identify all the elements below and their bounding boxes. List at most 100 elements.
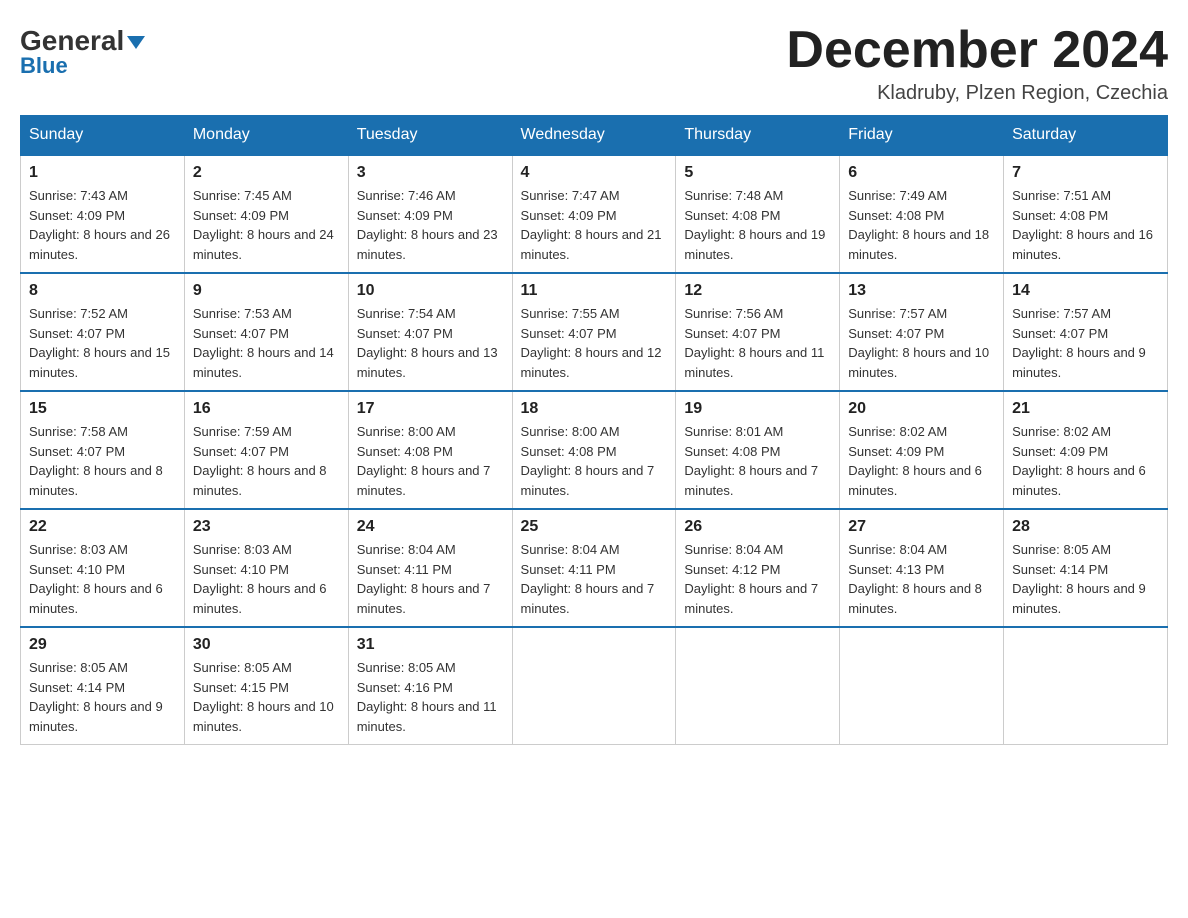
header-monday: Monday: [184, 116, 348, 156]
calendar-cell: 18 Sunrise: 8:00 AM Sunset: 4:08 PM Dayl…: [512, 391, 676, 509]
day-info: Sunrise: 7:57 AM Sunset: 4:07 PM Dayligh…: [1012, 304, 1159, 382]
day-info: Sunrise: 7:48 AM Sunset: 4:08 PM Dayligh…: [684, 186, 831, 264]
day-number: 13: [848, 282, 995, 300]
calendar-cell: [512, 627, 676, 745]
calendar-cell: 29 Sunrise: 8:05 AM Sunset: 4:14 PM Dayl…: [21, 627, 185, 745]
day-info: Sunrise: 8:01 AM Sunset: 4:08 PM Dayligh…: [684, 422, 831, 500]
day-number: 27: [848, 518, 995, 536]
day-number: 12: [684, 282, 831, 300]
calendar-cell: 5 Sunrise: 7:48 AM Sunset: 4:08 PM Dayli…: [676, 155, 840, 273]
calendar-week-4: 22 Sunrise: 8:03 AM Sunset: 4:10 PM Dayl…: [21, 509, 1168, 627]
day-number: 18: [521, 400, 668, 418]
calendar-week-1: 1 Sunrise: 7:43 AM Sunset: 4:09 PM Dayli…: [21, 155, 1168, 273]
calendar-cell: 23 Sunrise: 8:03 AM Sunset: 4:10 PM Dayl…: [184, 509, 348, 627]
calendar-cell: 30 Sunrise: 8:05 AM Sunset: 4:15 PM Dayl…: [184, 627, 348, 745]
day-info: Sunrise: 8:04 AM Sunset: 4:13 PM Dayligh…: [848, 540, 995, 618]
day-info: Sunrise: 7:49 AM Sunset: 4:08 PM Dayligh…: [848, 186, 995, 264]
calendar-cell: 27 Sunrise: 8:04 AM Sunset: 4:13 PM Dayl…: [840, 509, 1004, 627]
day-number: 7: [1012, 164, 1159, 182]
calendar-cell: 7 Sunrise: 7:51 AM Sunset: 4:08 PM Dayli…: [1004, 155, 1168, 273]
calendar-cell: 22 Sunrise: 8:03 AM Sunset: 4:10 PM Dayl…: [21, 509, 185, 627]
day-number: 21: [1012, 400, 1159, 418]
calendar-cell: 19 Sunrise: 8:01 AM Sunset: 4:08 PM Dayl…: [676, 391, 840, 509]
day-info: Sunrise: 8:02 AM Sunset: 4:09 PM Dayligh…: [1012, 422, 1159, 500]
day-number: 26: [684, 518, 831, 536]
day-number: 14: [1012, 282, 1159, 300]
day-info: Sunrise: 8:05 AM Sunset: 4:16 PM Dayligh…: [357, 658, 504, 736]
calendar-cell: 17 Sunrise: 8:00 AM Sunset: 4:08 PM Dayl…: [348, 391, 512, 509]
day-info: Sunrise: 7:43 AM Sunset: 4:09 PM Dayligh…: [29, 186, 176, 264]
calendar-week-2: 8 Sunrise: 7:52 AM Sunset: 4:07 PM Dayli…: [21, 273, 1168, 391]
header-saturday: Saturday: [1004, 116, 1168, 156]
calendar-cell: 24 Sunrise: 8:04 AM Sunset: 4:11 PM Dayl…: [348, 509, 512, 627]
calendar-cell: 21 Sunrise: 8:02 AM Sunset: 4:09 PM Dayl…: [1004, 391, 1168, 509]
calendar-cell: 12 Sunrise: 7:56 AM Sunset: 4:07 PM Dayl…: [676, 273, 840, 391]
day-number: 10: [357, 282, 504, 300]
calendar-cell: 3 Sunrise: 7:46 AM Sunset: 4:09 PM Dayli…: [348, 155, 512, 273]
calendar-cell: 20 Sunrise: 8:02 AM Sunset: 4:09 PM Dayl…: [840, 391, 1004, 509]
day-number: 3: [357, 164, 504, 182]
calendar-cell: 2 Sunrise: 7:45 AM Sunset: 4:09 PM Dayli…: [184, 155, 348, 273]
day-number: 15: [29, 400, 176, 418]
calendar-cell: 26 Sunrise: 8:04 AM Sunset: 4:12 PM Dayl…: [676, 509, 840, 627]
location: Kladruby, Plzen Region, Czechia: [786, 82, 1168, 105]
title-area: December 2024 Kladruby, Plzen Region, Cz…: [786, 20, 1168, 105]
day-number: 4: [521, 164, 668, 182]
day-number: 29: [29, 636, 176, 654]
day-info: Sunrise: 7:54 AM Sunset: 4:07 PM Dayligh…: [357, 304, 504, 382]
calendar-cell: [840, 627, 1004, 745]
calendar-cell: 11 Sunrise: 7:55 AM Sunset: 4:07 PM Dayl…: [512, 273, 676, 391]
day-info: Sunrise: 7:45 AM Sunset: 4:09 PM Dayligh…: [193, 186, 340, 264]
day-number: 20: [848, 400, 995, 418]
day-info: Sunrise: 7:52 AM Sunset: 4:07 PM Dayligh…: [29, 304, 176, 382]
calendar-cell: 16 Sunrise: 7:59 AM Sunset: 4:07 PM Dayl…: [184, 391, 348, 509]
day-number: 22: [29, 518, 176, 536]
calendar-cell: 14 Sunrise: 7:57 AM Sunset: 4:07 PM Dayl…: [1004, 273, 1168, 391]
day-number: 23: [193, 518, 340, 536]
calendar-cell: 15 Sunrise: 7:58 AM Sunset: 4:07 PM Dayl…: [21, 391, 185, 509]
calendar-table: SundayMondayTuesdayWednesdayThursdayFrid…: [20, 115, 1168, 745]
day-info: Sunrise: 7:51 AM Sunset: 4:08 PM Dayligh…: [1012, 186, 1159, 264]
day-info: Sunrise: 8:05 AM Sunset: 4:14 PM Dayligh…: [1012, 540, 1159, 618]
day-info: Sunrise: 8:05 AM Sunset: 4:14 PM Dayligh…: [29, 658, 176, 736]
calendar-cell: 25 Sunrise: 8:04 AM Sunset: 4:11 PM Dayl…: [512, 509, 676, 627]
calendar-cell: 13 Sunrise: 7:57 AM Sunset: 4:07 PM Dayl…: [840, 273, 1004, 391]
day-info: Sunrise: 8:04 AM Sunset: 4:11 PM Dayligh…: [521, 540, 668, 618]
day-info: Sunrise: 8:05 AM Sunset: 4:15 PM Dayligh…: [193, 658, 340, 736]
header-wednesday: Wednesday: [512, 116, 676, 156]
month-title: December 2024: [786, 20, 1168, 80]
day-info: Sunrise: 7:47 AM Sunset: 4:09 PM Dayligh…: [521, 186, 668, 264]
calendar-cell: 6 Sunrise: 7:49 AM Sunset: 4:08 PM Dayli…: [840, 155, 1004, 273]
day-number: 5: [684, 164, 831, 182]
calendar-cell: 8 Sunrise: 7:52 AM Sunset: 4:07 PM Dayli…: [21, 273, 185, 391]
day-number: 6: [848, 164, 995, 182]
day-info: Sunrise: 7:46 AM Sunset: 4:09 PM Dayligh…: [357, 186, 504, 264]
calendar-cell: 9 Sunrise: 7:53 AM Sunset: 4:07 PM Dayli…: [184, 273, 348, 391]
calendar-week-3: 15 Sunrise: 7:58 AM Sunset: 4:07 PM Dayl…: [21, 391, 1168, 509]
calendar-cell: [1004, 627, 1168, 745]
day-number: 1: [29, 164, 176, 182]
calendar-cell: 4 Sunrise: 7:47 AM Sunset: 4:09 PM Dayli…: [512, 155, 676, 273]
header-friday: Friday: [840, 116, 1004, 156]
day-info: Sunrise: 8:04 AM Sunset: 4:12 PM Dayligh…: [684, 540, 831, 618]
day-info: Sunrise: 8:00 AM Sunset: 4:08 PM Dayligh…: [521, 422, 668, 500]
day-number: 31: [357, 636, 504, 654]
day-number: 25: [521, 518, 668, 536]
calendar-week-5: 29 Sunrise: 8:05 AM Sunset: 4:14 PM Dayl…: [21, 627, 1168, 745]
day-number: 17: [357, 400, 504, 418]
day-info: Sunrise: 7:55 AM Sunset: 4:07 PM Dayligh…: [521, 304, 668, 382]
logo-blue: Blue: [20, 53, 68, 79]
day-info: Sunrise: 7:56 AM Sunset: 4:07 PM Dayligh…: [684, 304, 831, 382]
calendar-cell: 31 Sunrise: 8:05 AM Sunset: 4:16 PM Dayl…: [348, 627, 512, 745]
day-number: 11: [521, 282, 668, 300]
calendar-cell: 28 Sunrise: 8:05 AM Sunset: 4:14 PM Dayl…: [1004, 509, 1168, 627]
day-info: Sunrise: 8:03 AM Sunset: 4:10 PM Dayligh…: [29, 540, 176, 618]
calendar-header-row: SundayMondayTuesdayWednesdayThursdayFrid…: [21, 116, 1168, 156]
day-info: Sunrise: 8:02 AM Sunset: 4:09 PM Dayligh…: [848, 422, 995, 500]
day-info: Sunrise: 7:59 AM Sunset: 4:07 PM Dayligh…: [193, 422, 340, 500]
day-info: Sunrise: 8:00 AM Sunset: 4:08 PM Dayligh…: [357, 422, 504, 500]
day-number: 30: [193, 636, 340, 654]
day-number: 2: [193, 164, 340, 182]
header-tuesday: Tuesday: [348, 116, 512, 156]
day-number: 8: [29, 282, 176, 300]
